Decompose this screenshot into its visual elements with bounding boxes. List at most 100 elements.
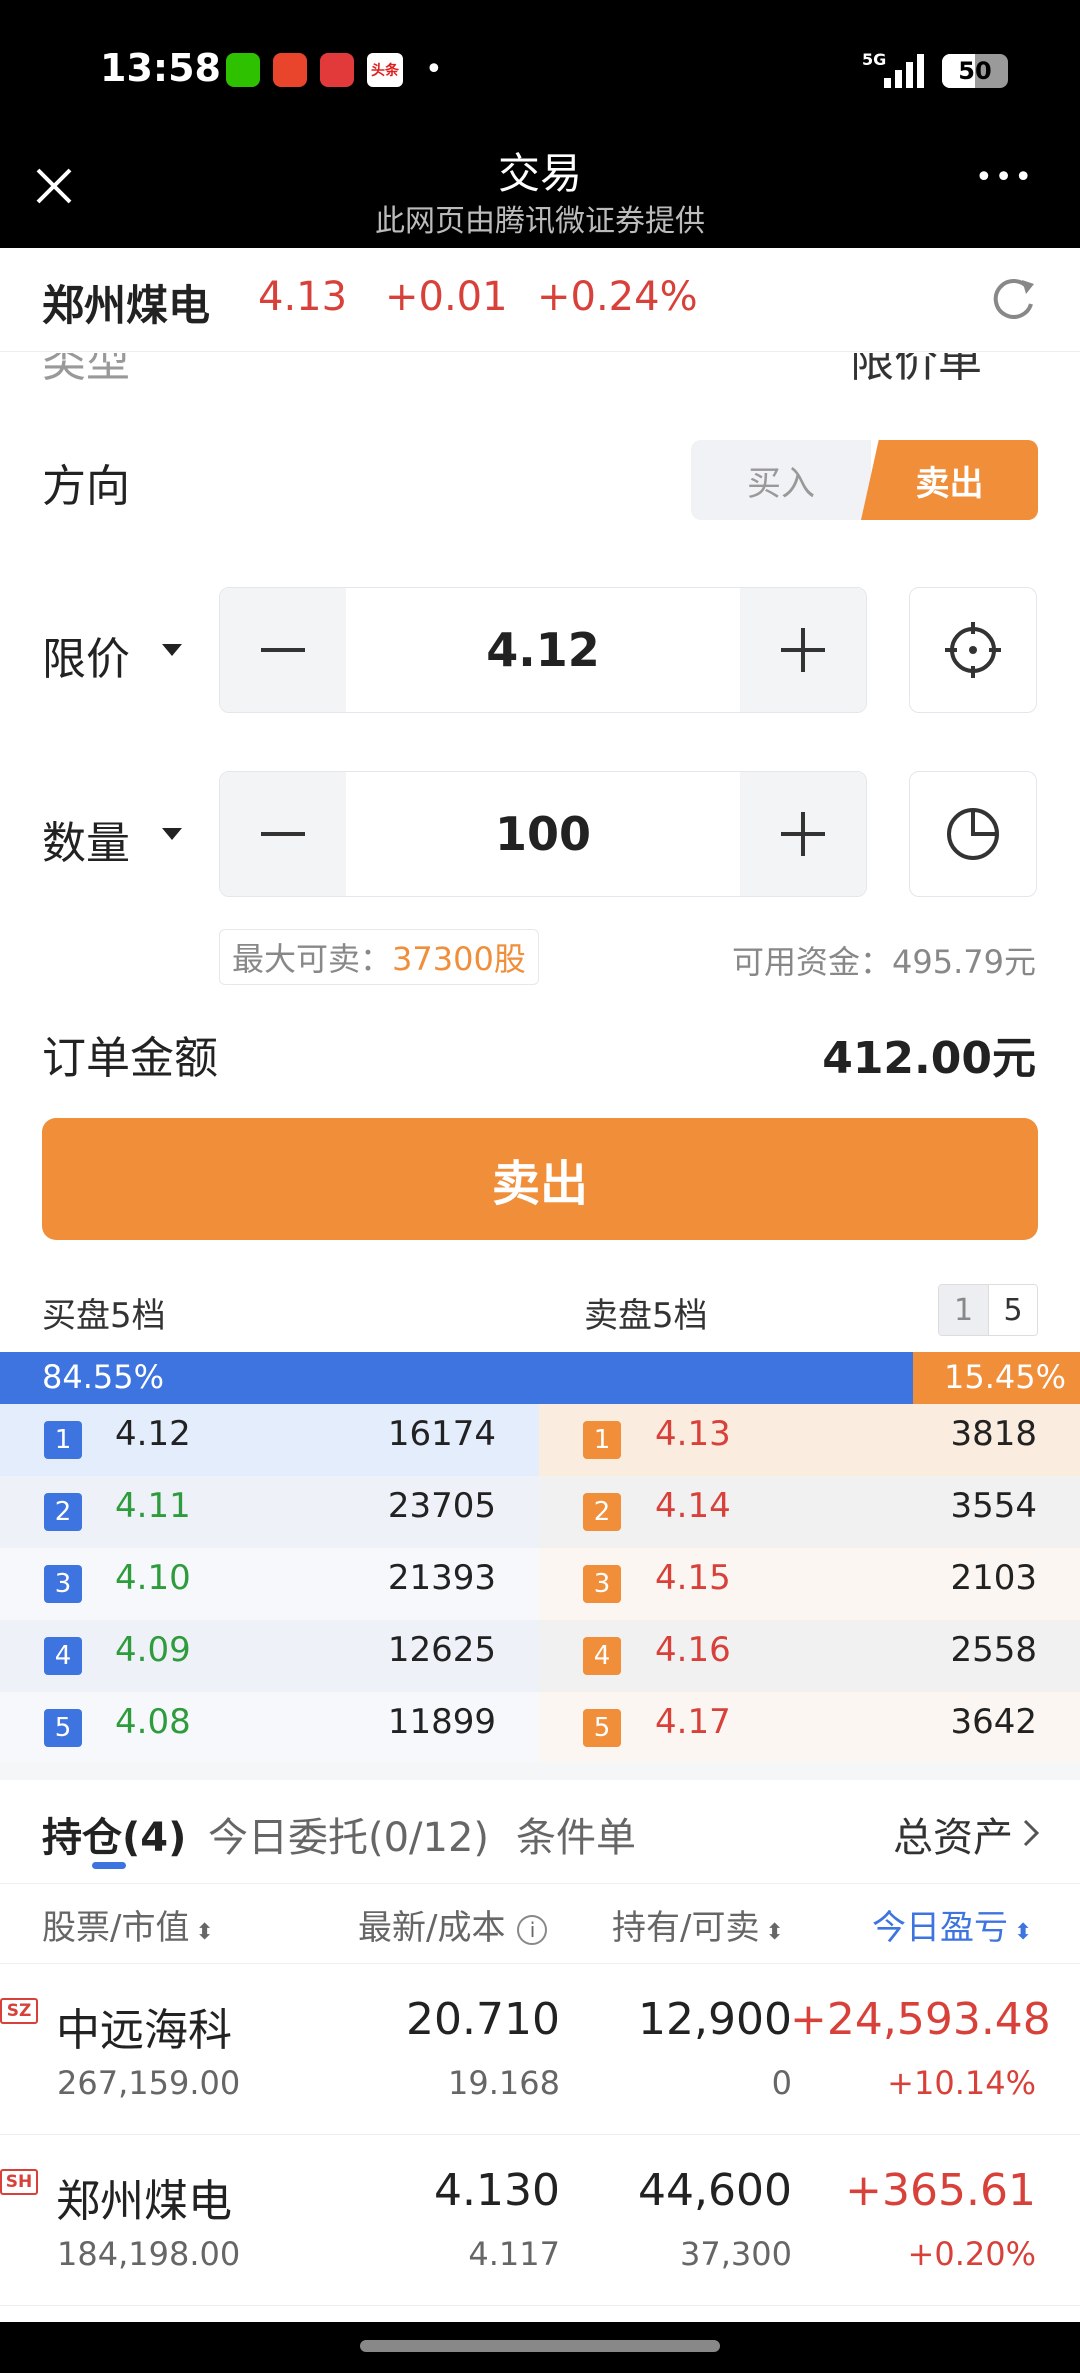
header-stock-value[interactable]: 股票/市值 ⬍ [42, 1900, 214, 1949]
depth-toggle: 1 5 [938, 1284, 1038, 1336]
header-today-pnl[interactable]: 今日盈亏 ⬍ [872, 1900, 1032, 1949]
position-hold: 12,900 [638, 1994, 792, 2045]
quantity-stepper: 100 [219, 771, 867, 897]
position-hold: 44,600 [638, 2165, 792, 2216]
position-pnl-pct: +0.20% [907, 2235, 1036, 2273]
ask-pct: 15.45% [943, 1358, 1066, 1396]
header-stock-value-label: 股票/市值 [42, 1908, 190, 1948]
bid-volume: 16174 [387, 1414, 496, 1454]
quantity-minus-button[interactable] [220, 772, 346, 896]
position-pnl: +24,593.48 [790, 1994, 1051, 2045]
ask-level-row[interactable]: 3 4.15 2103 [539, 1548, 1080, 1620]
page-title: 交易 [497, 149, 582, 198]
header-hold-sellable[interactable]: 持有/可卖 ⬍ [612, 1900, 784, 1949]
ask-level-row[interactable]: 5 4.17 3642 [539, 1692, 1080, 1764]
ask-price: 4.17 [655, 1702, 731, 1742]
sort-icon: ⬍ [1014, 1920, 1033, 1945]
quantity-plus-button[interactable] [740, 772, 866, 896]
pie-chart-icon [947, 808, 999, 860]
bid-volume: 23705 [387, 1486, 496, 1526]
bid-level-badge: 5 [44, 1709, 82, 1747]
available-funds-label: 可用资金： [732, 943, 893, 981]
quantity-dropdown-icon[interactable] [160, 826, 184, 842]
stock-name[interactable]: 郑州煤电 [42, 272, 210, 333]
sell-tab[interactable]: 卖出 [861, 440, 1038, 520]
position-name: 中远海科 [56, 2005, 232, 2056]
stock-header: 郑州煤电 4.13 +0.01 +0.24% [0, 248, 1080, 352]
ask-level-row[interactable]: 4 4.16 2558 [539, 1620, 1080, 1692]
tab-conditional-orders[interactable]: 条件单 [516, 1805, 636, 1863]
price-stepper: 4.12 [219, 587, 867, 713]
max-sell-value[interactable]: 37300股 [392, 934, 526, 980]
home-indicator[interactable] [360, 2340, 720, 2352]
position-name: 郑州煤电 [56, 2176, 232, 2227]
sell-submit-button[interactable]: 卖出 [42, 1118, 1038, 1240]
max-sell-box: 最大可卖： 37300股 [219, 929, 539, 985]
bid-volume: 11899 [387, 1702, 496, 1742]
bid-level-badge: 2 [44, 1493, 82, 1531]
quantity-input[interactable]: 100 [346, 772, 740, 896]
position-value: 184,198.00 [57, 2235, 241, 2273]
ask-volume: 2558 [950, 1630, 1037, 1670]
market-badge: SH [0, 2169, 38, 2195]
price-plus-button[interactable] [740, 588, 866, 712]
ask-level-row[interactable]: 2 4.14 3554 [539, 1476, 1080, 1548]
total-assets-link[interactable]: 总资产 [893, 1805, 1013, 1863]
bid-price: 4.09 [115, 1630, 191, 1670]
position-cost: 19.168 [448, 2064, 560, 2102]
price-input[interactable]: 4.12 [346, 588, 740, 712]
ask-level-row[interactable]: 1 4.13 3818 [539, 1404, 1080, 1476]
buy-tab[interactable]: 买入 [691, 440, 871, 520]
depth-5-button[interactable]: 5 [987, 1285, 1037, 1335]
refresh-icon[interactable] [988, 274, 1038, 324]
bid-level-row[interactable]: 2 4.11 23705 [0, 1476, 539, 1548]
bid-level-row[interactable]: 3 4.10 21393 [0, 1548, 539, 1620]
order-book-row: 3 4.10 21393 3 4.15 2103 [0, 1548, 1080, 1620]
order-amount-value: 412.00元 [822, 1033, 1036, 1084]
sort-icon: ⬍ [195, 1920, 214, 1945]
price-label[interactable]: 限价 [42, 623, 130, 687]
info-icon[interactable]: i [517, 1914, 548, 1945]
ask-volume: 3818 [950, 1414, 1037, 1454]
battery-icon: 50 [942, 54, 1008, 88]
bid-level-row[interactable]: 4 4.09 12625 [0, 1620, 539, 1692]
ask-title: 卖盘5档 [584, 1296, 708, 1336]
ask-level-badge: 2 [583, 1493, 621, 1531]
bid-price: 4.12 [115, 1414, 191, 1454]
order-book-row: 4 4.09 12625 4 4.16 2558 [0, 1620, 1080, 1692]
position-ratio-button[interactable] [909, 771, 1037, 897]
bid-title: 买盘5档 [42, 1296, 166, 1336]
bid-level-row[interactable]: 5 4.08 11899 [0, 1692, 539, 1764]
signal-icon [884, 54, 924, 88]
market-badge: SZ [0, 1998, 38, 2024]
depth-1-button[interactable]: 1 [939, 1285, 988, 1335]
telegram-like-icon [273, 53, 307, 87]
header-latest-cost[interactable]: 最新/成本 i [358, 1900, 548, 1949]
ask-volume: 3642 [950, 1702, 1037, 1742]
price-dropdown-icon[interactable] [160, 642, 184, 658]
bid-level-badge: 3 [44, 1565, 82, 1603]
status-dot: • [425, 52, 443, 87]
price-minus-button[interactable] [220, 588, 346, 712]
header-today-pnl-label: 今日盈亏 [872, 1908, 1008, 1948]
quantity-label[interactable]: 数量 [42, 807, 130, 871]
locate-price-button[interactable] [909, 587, 1037, 713]
direction-toggle: 买入 卖出 [691, 440, 1038, 520]
position-row[interactable]: SZ 中远海科 267,159.00 20.710 19.168 12,900 0 +24,5… [0, 1964, 1080, 2135]
tab-holdings[interactable]: 持仓(4) [42, 1805, 186, 1863]
section-divider [0, 1762, 1080, 1780]
bid-level-row[interactable]: 1 4.12 16174 [0, 1404, 539, 1476]
ask-level-badge: 5 [583, 1709, 621, 1747]
ask-level-badge: 3 [583, 1565, 621, 1603]
status-bar: 13:58 头条 • 5G 50 [0, 0, 1080, 140]
order-type-value[interactable]: 限价单 [850, 353, 982, 383]
tab-today-orders[interactable]: 今日委托(0/12) [208, 1805, 489, 1863]
more-icon[interactable]: ••• [975, 160, 1034, 195]
bid-volume: 12625 [387, 1630, 496, 1670]
order-type-label: 类型 [42, 353, 130, 383]
chevron-right-icon[interactable] [1022, 1818, 1040, 1848]
page-subtitle: 此网页由腾讯微证券提供 [375, 204, 705, 239]
sort-icon: ⬍ [765, 1920, 784, 1945]
order-type-row[interactable]: 类型 限价单 [0, 353, 1080, 383]
position-row[interactable]: SH 郑州煤电 184,198.00 4.130 4.117 44,600 37,300 +3… [0, 2135, 1080, 2306]
